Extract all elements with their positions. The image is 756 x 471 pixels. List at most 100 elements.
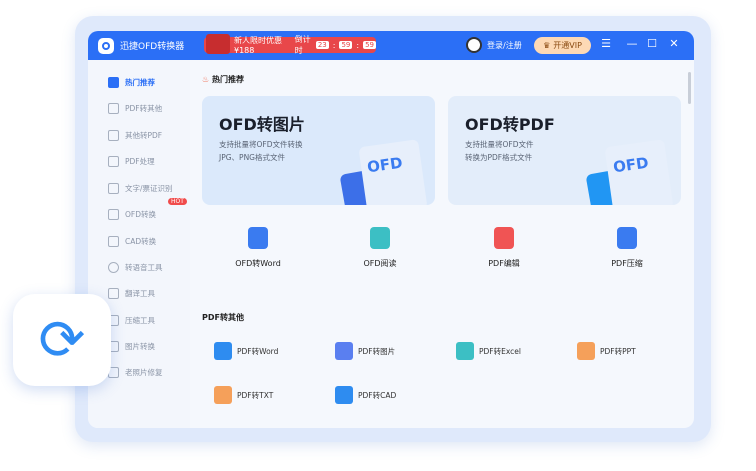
pdf-to-image[interactable]: PDF转图片	[335, 342, 395, 360]
tool-pdf-edit[interactable]: PDF编辑	[464, 227, 544, 269]
voice-icon	[108, 261, 119, 273]
crown-icon: ♛	[543, 41, 551, 50]
hot-badge: HOT	[168, 198, 187, 205]
sidebar-item-pdf-to-other[interactable]: PDF转其他	[108, 100, 162, 116]
pdf-edit-icon	[494, 227, 514, 249]
sidebar-item-label: 转语音工具	[125, 262, 163, 272]
vip-button[interactable]: ♛ 开通VIP	[534, 37, 591, 54]
sidebar-item-ofd[interactable]: OFD转换 HOT	[108, 198, 187, 222]
avatar	[466, 37, 482, 53]
card-ofd-to-pdf[interactable]: OFD转PDF 支持批量将OFD文件 转换为PDF格式文件 OFD	[448, 96, 681, 205]
card-title: OFD转图片	[219, 115, 305, 134]
pdf-edit-icon	[108, 155, 119, 167]
sidebar-item-label: 其他转PDF	[125, 130, 163, 140]
login-button[interactable]: 登录/注册	[466, 37, 522, 53]
title-bar: 迅捷OFD转换器 新人限时优惠 ¥188 倒计时 23: 59: 59 登录/注…	[88, 31, 694, 60]
sidebar-item-label: 压缩工具	[125, 315, 155, 325]
translate-icon	[108, 287, 119, 299]
countdown-seconds: 59	[363, 41, 376, 49]
app-window: 迅捷OFD转换器 新人限时优惠 ¥188 倒计时 23: 59: 59 登录/注…	[88, 31, 694, 428]
vip-label: 开通VIP	[553, 41, 582, 50]
fire-doc-icon	[108, 76, 119, 88]
image-icon	[335, 342, 353, 360]
maximize-button[interactable]: ☐	[645, 37, 659, 50]
card-desc-line: JPG、PNG格式文件	[219, 153, 285, 162]
sidebar-item-label: PDF转其他	[125, 103, 163, 113]
pdf-compress-icon	[617, 227, 637, 249]
sidebar-item-label: 文字/票证识别	[125, 183, 173, 193]
card-desc-line: 转换为PDF格式文件	[465, 153, 533, 162]
cad-icon	[335, 386, 353, 404]
gift-icon	[206, 34, 230, 54]
hot-section-label: 热门推荐	[211, 75, 244, 84]
fire-icon: ♨	[202, 75, 210, 84]
promo-text: 新人限时优惠 ¥188	[234, 36, 282, 55]
card-title: OFD转PDF	[465, 115, 555, 134]
sidebar-item-other-to-pdf[interactable]: 其他转PDF	[108, 127, 162, 143]
pdf-to-cad[interactable]: PDF转CAD	[335, 386, 396, 404]
promo-banner[interactable]: 新人限时优惠 ¥188 倒计时 23: 59: 59	[204, 34, 376, 55]
card-ofd-to-image[interactable]: OFD转图片 支持批量将OFD文件转换 JPG、PNG格式文件 OFD	[202, 96, 435, 205]
sidebar-item-label: 热门推荐	[125, 77, 155, 87]
sidebar-item-label: 翻译工具	[125, 288, 155, 298]
item-label: PDF转CAD	[358, 390, 397, 400]
pdf-to-excel[interactable]: PDF转Excel	[456, 342, 521, 360]
cad-icon	[108, 235, 119, 247]
sidebar-item-translate[interactable]: 翻译工具	[108, 285, 155, 301]
login-label: 登录/注册	[487, 40, 522, 50]
tool-ofd-to-word[interactable]: OFD转Word	[218, 227, 298, 269]
refresh-icon: ⟳	[13, 294, 111, 386]
item-label: PDF转Excel	[479, 346, 521, 356]
tool-label: PDF压缩	[611, 259, 643, 268]
menu-icon[interactable]: ☰	[599, 37, 613, 50]
sidebar-item-label: CAD转换	[125, 236, 157, 246]
scan-icon	[108, 182, 119, 194]
card-desc: 支持批量将OFD文件 转换为PDF格式文件	[465, 138, 585, 164]
pdf-icon	[108, 102, 119, 114]
main-content: ♨ 热门推荐 OFD转图片 支持批量将OFD文件转换 JPG、PNG格式文件 OF…	[190, 60, 694, 428]
ofd-reader-icon	[370, 227, 390, 249]
pdf-to-word[interactable]: PDF转Word	[214, 342, 278, 360]
minimize-button[interactable]: —	[625, 37, 639, 50]
pdf-to-txt[interactable]: PDF转TXT	[214, 386, 273, 404]
scrollbar[interactable]	[688, 72, 691, 104]
pdf-to-ppt[interactable]: PDF转PPT	[577, 342, 636, 360]
item-label: PDF转Word	[237, 346, 279, 356]
word-icon	[214, 342, 232, 360]
sidebar-item-label: PDF处理	[125, 156, 155, 166]
app-logo-icon	[98, 37, 114, 54]
ofd-document-icon: OFD	[604, 139, 674, 205]
countdown-minutes: 59	[339, 41, 353, 49]
hot-section-title: ♨ 热门推荐	[202, 74, 244, 85]
countdown-hours: 23	[315, 41, 329, 49]
sidebar-item-cad[interactable]: CAD转换	[108, 233, 156, 249]
sidebar-item-label: 老照片修复	[125, 367, 163, 377]
sidebar-item-label: OFD转换	[125, 209, 156, 219]
app-title: 迅捷OFD转换器	[120, 42, 185, 52]
ofd-word-icon	[248, 227, 268, 249]
sidebar-item-hot[interactable]: 热门推荐	[108, 74, 155, 90]
close-button[interactable]: ✕	[667, 37, 681, 50]
card-desc-line: 支持批量将OFD文件	[465, 140, 534, 149]
sidebar-item-voice[interactable]: 转语音工具	[108, 259, 163, 275]
excel-icon	[456, 342, 474, 360]
tool-label: OFD阅读	[363, 259, 397, 268]
tool-pdf-compress[interactable]: PDF压缩	[587, 227, 667, 269]
tool-ofd-reader[interactable]: OFD阅读	[340, 227, 420, 269]
txt-icon	[214, 386, 232, 404]
item-label: PDF转TXT	[237, 390, 274, 400]
document-icon	[108, 129, 119, 141]
ppt-icon	[577, 342, 595, 360]
sidebar-item-image[interactable]: 图片转换	[108, 338, 155, 354]
sidebar-item-ocr[interactable]: 文字/票证识别	[108, 180, 173, 196]
item-label: PDF转PPT	[600, 346, 636, 356]
pdf-section-title: PDF转其他	[202, 313, 244, 322]
sidebar-item-photo-restore[interactable]: 老照片修复	[108, 364, 163, 380]
sidebar-item-label: 图片转换	[125, 341, 155, 351]
ofd-document-icon: OFD	[358, 139, 428, 205]
sidebar-item-pdf-process[interactable]: PDF处理	[108, 153, 155, 169]
card-desc: 支持批量将OFD文件转换 JPG、PNG格式文件	[219, 138, 339, 164]
sidebar-item-compress[interactable]: 压缩工具	[108, 312, 155, 328]
item-label: PDF转图片	[358, 346, 396, 356]
card-desc-line: 支持批量将OFD文件转换	[219, 140, 303, 149]
